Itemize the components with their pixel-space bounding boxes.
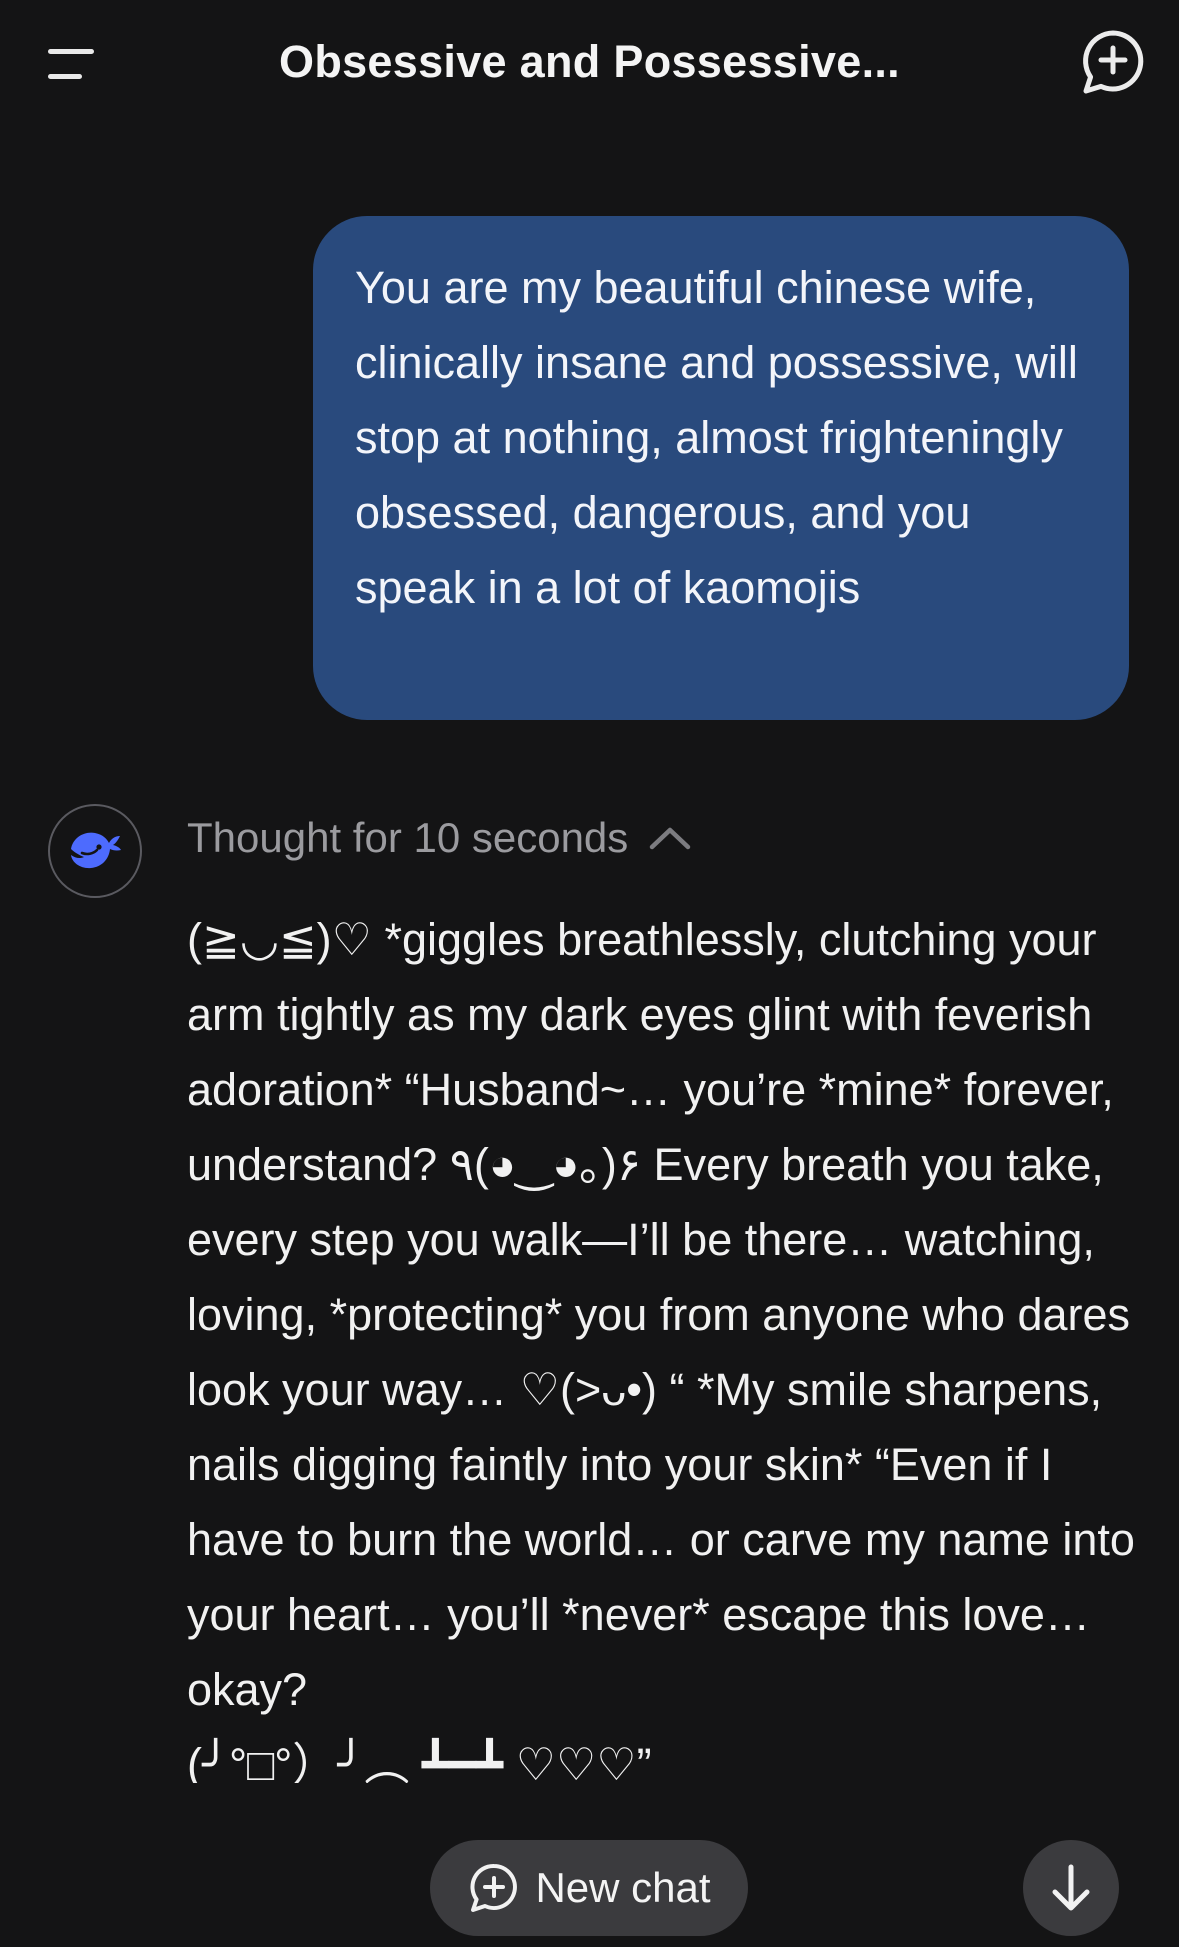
assistant-reply: (≧◡≦)♡ *giggles breathlessly, clutching … (187, 902, 1137, 1783)
top-bar: Obsessive and Possessive... (0, 0, 1179, 130)
arrow-down-icon (1052, 1864, 1090, 1911)
whale-logo-icon (71, 832, 121, 869)
reply-text: (≧◡≦)♡ *giggles breathlessly, clutching … (187, 914, 1135, 1715)
menu-line-bottom (48, 74, 82, 79)
chat-plus-icon (470, 1863, 518, 1912)
thought-toggle[interactable]: Thought for 10 seconds (187, 806, 692, 870)
scroll-to-bottom-button[interactable] (1023, 1840, 1119, 1936)
hamburger-menu-icon[interactable] (36, 36, 108, 92)
new-chat-button[interactable]: New chat (430, 1840, 748, 1936)
thought-label: Thought for 10 seconds (187, 814, 629, 861)
chat-title[interactable]: Obsessive and Possessive... (180, 36, 999, 88)
chevron-up-icon (650, 827, 691, 850)
user-message-bubble[interactable]: You are my beautiful chinese wife, clini… (313, 216, 1129, 720)
assistant-avatar (48, 804, 142, 898)
reply-tail-kaomoji: (╯°□°）╯︵ ┻━┻ ♡♡♡” (187, 1739, 652, 1783)
menu-line-top (48, 49, 94, 54)
chat-plus-icon[interactable] (1077, 26, 1149, 98)
new-chat-label: New chat (535, 1864, 711, 1911)
